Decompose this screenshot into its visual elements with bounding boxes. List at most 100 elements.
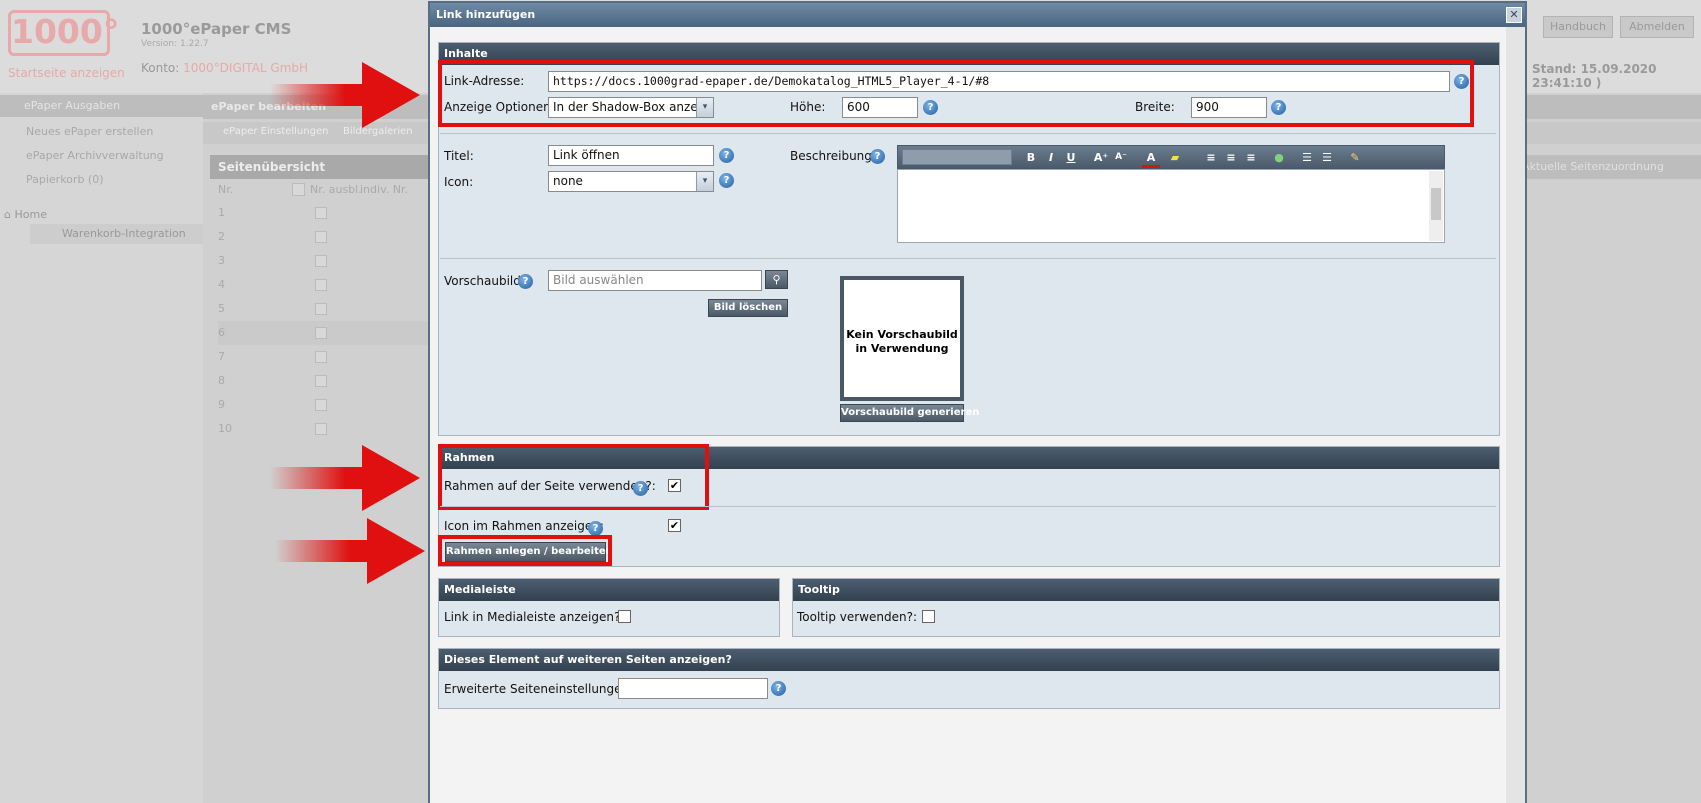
sidebar-header[interactable]: ePaper Ausgaben — [0, 95, 203, 117]
help-icon[interactable]: ? — [588, 521, 603, 536]
editor-toolbar: B I U A⁺ A⁻ A ▰ ≡ ≡ ≡ ● ☰ ☰ ✎ — [897, 145, 1445, 169]
icon-select[interactable]: none ▾ — [548, 171, 714, 192]
annotation-arrow-icon — [270, 62, 420, 128]
weitere-seiten-panel: Dieses Element auf weiteren Seiten anzei… — [438, 648, 1500, 709]
seitenzuordnung-bar[interactable]: Aktuelle Seitenzuordnung — [1518, 155, 1701, 179]
sidebar-item-archiv[interactable]: ePaper Archivverwaltung — [0, 144, 203, 168]
tooltip-checkbox[interactable] — [922, 610, 935, 623]
tree-root[interactable]: ⌂ Home — [4, 208, 47, 221]
table-row[interactable]: 4 — [218, 273, 428, 297]
table-row[interactable]: 1 — [218, 201, 428, 225]
align-right-icon[interactable]: ≡ — [1242, 150, 1260, 165]
row-nr: 7 — [218, 350, 225, 363]
search-icon[interactable]: ⚲ — [765, 270, 788, 289]
row-checkbox[interactable] — [315, 399, 327, 411]
close-icon[interactable]: ✕ — [1506, 7, 1522, 23]
table-row[interactable]: 8 — [218, 369, 428, 393]
erweiterte-seiteneinstellungen-label: Erweiterte Seiteneinstellungen: — [444, 682, 634, 696]
logo-tagline[interactable]: Startseite anzeigen — [8, 66, 125, 80]
unordered-list-icon[interactable]: ☰ — [1318, 150, 1336, 165]
sidebar-items: Neues ePaper erstellen ePaper Archivverw… — [0, 120, 203, 192]
row-checkbox[interactable] — [315, 231, 327, 243]
col-nr: Nr. — [218, 183, 234, 196]
link-icon[interactable]: ● — [1270, 150, 1288, 165]
row-checkbox[interactable] — [315, 279, 327, 291]
font-size-up-icon[interactable]: A⁺ — [1092, 150, 1110, 165]
table-row[interactable]: 6 — [218, 321, 428, 345]
help-icon[interactable]: ? — [719, 173, 734, 188]
row-nr: 8 — [218, 374, 225, 387]
tooltip-label: Tooltip verwenden?: — [797, 610, 918, 624]
sidebar-item-papierkorb[interactable]: Papierkorb (0) — [0, 168, 203, 192]
icon-select-value: none — [553, 174, 583, 188]
row-nr: 10 — [218, 422, 232, 435]
editor-scroll-thumb[interactable] — [1431, 188, 1441, 220]
highlight-box-rahmen — [438, 444, 709, 510]
handbuch-button[interactable]: Handbuch — [1543, 16, 1613, 38]
bold-icon[interactable]: B — [1022, 150, 1040, 165]
titel-input[interactable]: Link öffnen — [548, 145, 714, 166]
help-icon[interactable]: ? — [870, 149, 885, 164]
vorschaubild-label: Vorschaubild: — [444, 274, 525, 288]
row-checkbox[interactable] — [315, 255, 327, 267]
beschreibung-editor[interactable] — [897, 169, 1445, 243]
table-row[interactable]: 10 — [218, 417, 428, 441]
annotation-arrow-icon — [275, 518, 425, 584]
sidebar-item-neues-epaper[interactable]: Neues ePaper erstellen — [0, 120, 203, 144]
titel-label: Titel: — [444, 149, 474, 163]
row-checkbox[interactable] — [315, 351, 327, 363]
font-size-down-icon[interactable]: A⁻ — [1112, 150, 1130, 165]
col-select-all-checkbox[interactable] — [292, 183, 305, 196]
help-icon[interactable]: ? — [771, 681, 786, 696]
source-edit-icon[interactable]: ✎ — [1346, 150, 1364, 165]
sidebar-header-label: ePaper Ausgaben — [24, 99, 121, 112]
chevron-down-icon: ▾ — [696, 172, 713, 191]
col-nr-ausbl: Nr. ausbl. — [310, 183, 362, 196]
align-center-icon[interactable]: ≡ — [1222, 150, 1240, 165]
dialog-title[interactable]: Link hinzufügen — [430, 3, 1525, 27]
icon-im-rahmen-checkbox[interactable]: ✔ — [668, 519, 681, 532]
divider — [440, 133, 1496, 134]
tree-item-warenkorb[interactable]: Warenkorb-Integration — [30, 224, 203, 244]
divider — [440, 258, 1496, 259]
table-row[interactable]: 3 — [218, 249, 428, 273]
font-select[interactable] — [902, 149, 1012, 165]
icon-im-rahmen-label: Icon im Rahmen anzeigen: — [444, 519, 604, 533]
vorschaubild-input[interactable]: Bild auswählen — [548, 270, 762, 291]
table-row[interactable]: 2 — [218, 225, 428, 249]
highlight-color-icon[interactable]: ▰ — [1166, 150, 1184, 165]
row-nr: 3 — [218, 254, 225, 267]
bild-loeschen-button[interactable]: Bild löschen — [708, 299, 788, 317]
vorschaubild-generieren-button[interactable]: Vorschaubild generieren — [840, 404, 979, 422]
row-nr: 1 — [218, 206, 225, 219]
row-checkbox[interactable] — [315, 303, 327, 315]
weitere-seiten-header: Dieses Element auf weiteren Seiten anzei… — [439, 649, 1499, 671]
row-checkbox[interactable] — [315, 327, 327, 339]
underline-icon[interactable]: U — [1062, 150, 1080, 165]
dialog-scrollbar[interactable] — [1506, 27, 1525, 803]
align-left-icon[interactable]: ≡ — [1202, 150, 1220, 165]
row-checkbox[interactable] — [315, 423, 327, 435]
medialeiste-checkbox[interactable] — [618, 610, 631, 623]
konto-label: Konto: — [141, 61, 180, 75]
tooltip-header: Tooltip — [793, 579, 1499, 601]
help-icon[interactable]: ? — [719, 148, 734, 163]
help-icon[interactable]: ? — [518, 274, 533, 289]
row-nr: 5 — [218, 302, 225, 315]
beschreibung-label: Beschreibung: — [790, 149, 876, 163]
app-logo[interactable]: 1000° — [8, 10, 119, 56]
seitenuebersicht-header: Seitenübersicht — [210, 155, 430, 179]
text-color-icon[interactable]: A — [1142, 150, 1160, 168]
italic-icon[interactable]: I — [1042, 150, 1060, 165]
ordered-list-icon[interactable]: ☰ — [1298, 150, 1316, 165]
tooltip-panel: Tooltip — [792, 578, 1500, 637]
row-checkbox[interactable] — [315, 375, 327, 387]
row-checkbox[interactable] — [315, 207, 327, 219]
table-row[interactable]: 9 — [218, 393, 428, 417]
table-row[interactable]: 5 — [218, 297, 428, 321]
abmelden-button[interactable]: Abmelden — [1620, 16, 1694, 38]
table-row[interactable]: 7 — [218, 345, 428, 369]
kein-vorschaubild-text: Kein Vorschaubild in Verwendung — [846, 328, 958, 355]
erweiterte-seiteneinstellungen-input[interactable] — [618, 678, 768, 699]
col-indiv-nr: indiv. Nr. — [360, 183, 408, 196]
